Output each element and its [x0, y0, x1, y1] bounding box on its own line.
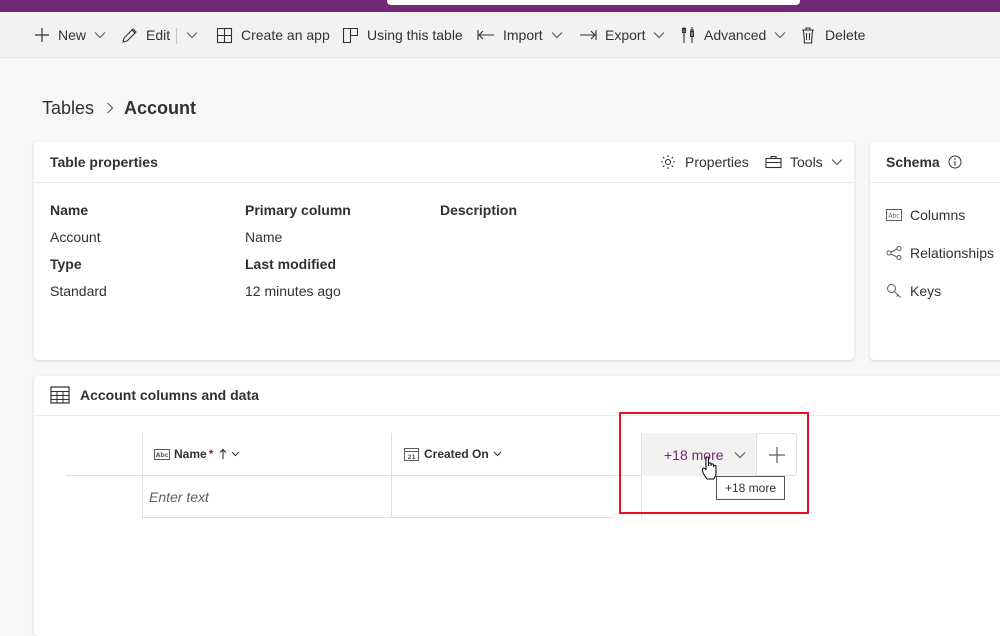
divider [34, 182, 854, 183]
search-box[interactable] [387, 0, 800, 5]
tools-button[interactable]: Tools [765, 154, 843, 170]
required-marker: * [208, 447, 214, 461]
properties-label: Properties [685, 154, 749, 170]
column-header-label: Name [174, 447, 207, 461]
last-modified-label: Last modified [245, 256, 337, 272]
more-columns-tooltip: +18 more [716, 476, 785, 500]
trash-icon [802, 26, 814, 44]
chevron-down-icon [231, 451, 240, 457]
import-button[interactable]: Import [477, 12, 563, 58]
name-value: Account [50, 229, 101, 245]
column-header-label: Created On [424, 447, 489, 461]
delete-button[interactable]: Delete [801, 12, 865, 58]
app-grid-icon [216, 27, 233, 43]
breadcrumb-tables-link[interactable]: Tables [42, 98, 94, 119]
plus-icon [768, 446, 785, 463]
divider [176, 28, 177, 44]
type-label: Type [50, 256, 82, 272]
schema-header: Schema [886, 154, 962, 170]
schema-item-label: Keys [910, 283, 942, 299]
column-header-name[interactable]: Abc Name * [154, 433, 240, 475]
name-input-placeholder: Enter text [149, 488, 209, 505]
using-table-label: Using this table [367, 27, 463, 43]
import-label: Import [503, 27, 543, 43]
primary-column-label: Primary column [245, 202, 351, 218]
chevron-right-icon [107, 102, 114, 114]
svg-text:21: 21 [407, 454, 415, 461]
columns-data-header: Account columns and data [50, 386, 259, 404]
layout-icon [342, 27, 359, 43]
export-button[interactable]: Export [579, 12, 665, 58]
new-button[interactable]: New [34, 12, 106, 58]
export-arrow-icon [580, 30, 597, 40]
name-label: Name [50, 202, 89, 218]
pencil-icon [122, 27, 137, 43]
schema-item-columns[interactable]: Abc Columns [886, 205, 965, 225]
abc-text-icon: Abc [154, 448, 170, 460]
column-header-created-on[interactable]: 21 Created On [404, 433, 502, 475]
page-title: Account [124, 97, 197, 118]
edit-dropdown-button[interactable] [186, 12, 198, 58]
schema-item-keys[interactable]: Keys [886, 281, 941, 301]
chevron-down-icon [734, 451, 745, 458]
table-properties-title: Table properties [50, 154, 158, 170]
create-app-label: Create an app [241, 27, 330, 43]
export-label: Export [605, 27, 646, 43]
chevron-down-icon [493, 451, 502, 457]
advanced-button[interactable]: Advanced [681, 12, 786, 58]
key-icon [887, 284, 901, 298]
type-value: Standard [50, 283, 107, 299]
chevron-down-icon[interactable] [94, 31, 106, 39]
tooltip-text: +18 more [724, 481, 777, 495]
schema-card: Schema Abc Columns Relationships Keys [870, 142, 1000, 360]
edit-label: Edit [146, 27, 171, 43]
edit-button[interactable]: Edit [121, 12, 170, 58]
info-icon[interactable] [948, 155, 962, 169]
advanced-label: Advanced [704, 27, 767, 43]
breadcrumb: Tables Account [42, 96, 196, 120]
tools-label: Tools [790, 154, 823, 170]
properties-button[interactable]: Properties [660, 154, 749, 170]
table-properties-card: Table properties Properties Tools Name A… [34, 142, 854, 360]
divider [34, 415, 1000, 416]
new-label: New [58, 27, 87, 43]
chevron-down-icon[interactable] [653, 31, 665, 39]
columns-data-title: Account columns and data [80, 387, 259, 403]
description-label: Description [440, 202, 518, 218]
created-on-cell[interactable] [392, 476, 641, 517]
more-columns-button[interactable]: +18 more [642, 433, 756, 476]
name-input-cell[interactable]: Enter text [143, 476, 391, 517]
toolbox-icon [765, 155, 782, 169]
sort-ascending-icon [219, 448, 227, 459]
gear-icon [661, 155, 675, 169]
chevron-down-icon[interactable] [551, 31, 563, 39]
schema-item-label: Relationships [910, 245, 995, 261]
last-modified-value: 12 minutes ago [245, 283, 341, 299]
wrench-icon [682, 27, 694, 43]
table-grid-icon [50, 386, 70, 404]
svg-text:Abc: Abc [888, 213, 899, 220]
schema-item-relationships[interactable]: Relationships [886, 243, 994, 263]
schema-title: Schema [886, 154, 940, 170]
divider [870, 182, 1000, 183]
command-bar: New Edit Create an app Using this table … [0, 12, 1000, 58]
calendar-icon: 21 [404, 448, 419, 461]
add-column-button[interactable] [756, 433, 797, 476]
chevron-down-icon [186, 32, 198, 39]
delete-label: Delete [825, 27, 866, 43]
primary-column-value: Name [245, 229, 283, 245]
relationships-icon [886, 246, 902, 260]
schema-item-label: Columns [910, 207, 966, 223]
svg-text:Abc: Abc [156, 452, 169, 459]
abc-text-icon: Abc [886, 209, 902, 221]
create-app-button[interactable]: Create an app [216, 12, 330, 58]
import-arrow-icon [477, 30, 494, 40]
chevron-down-icon [831, 159, 843, 166]
grid-row-border [142, 517, 614, 518]
chevron-down-icon[interactable] [774, 31, 786, 39]
using-table-button[interactable]: Using this table [342, 12, 463, 58]
app-header [0, 0, 1000, 12]
plus-icon [35, 28, 49, 42]
